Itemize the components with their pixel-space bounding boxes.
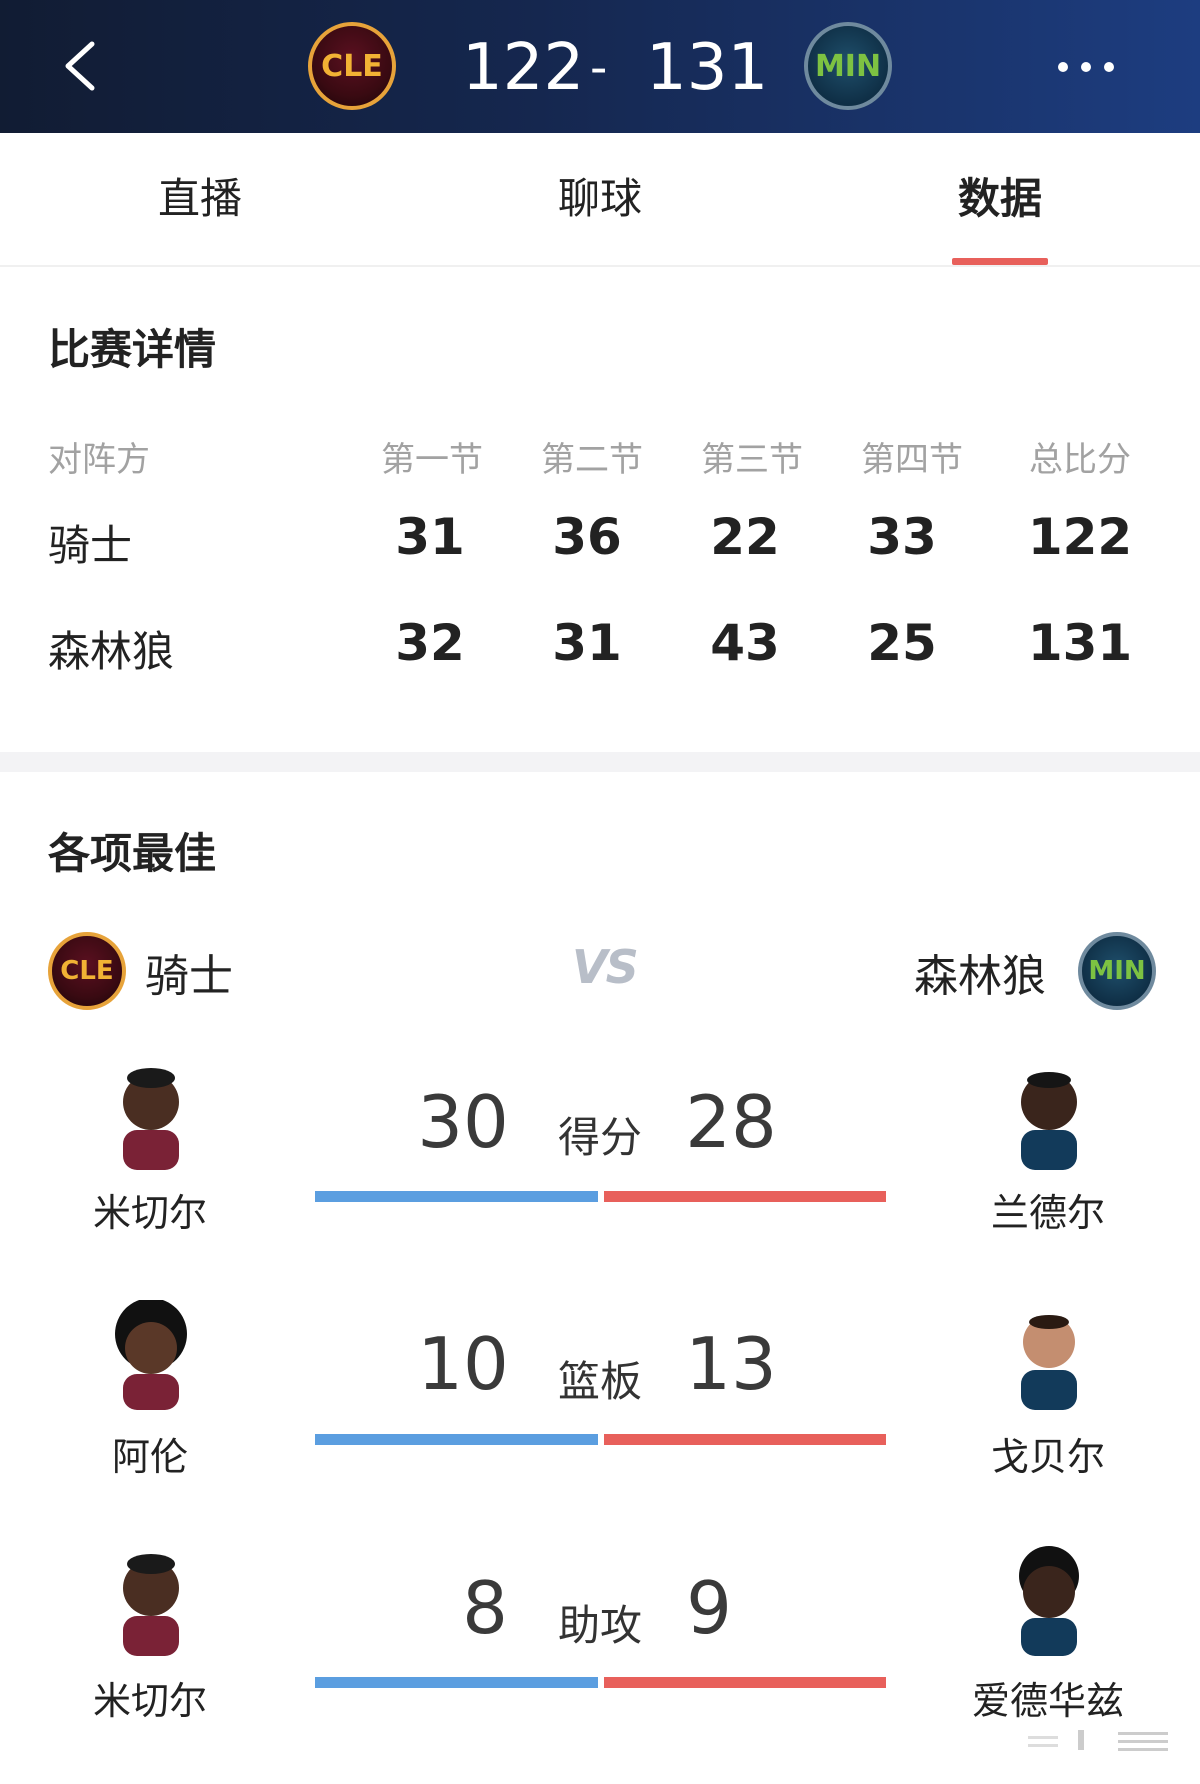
home-stat-value: 8 <box>462 1566 508 1650</box>
back-chevron-icon[interactable] <box>56 36 116 96</box>
timberwolves-logo-text: MIN <box>814 48 882 84</box>
away-stat-value: 13 <box>685 1322 777 1406</box>
home-stat-value: 10 <box>417 1322 509 1406</box>
player-name: 戈贝尔 <box>990 1435 1105 1479</box>
stat-label: 篮板 <box>557 1357 642 1406</box>
home-stat-bar <box>315 1434 598 1445</box>
score-cell: 32 <box>395 614 465 672</box>
player-avatar[interactable] <box>96 1060 206 1170</box>
score-cell: 31 <box>395 508 465 566</box>
player-name: 米切尔 <box>92 1191 207 1235</box>
player-avatar[interactable] <box>994 1060 1104 1170</box>
section-divider <box>0 752 1200 772</box>
active-tab-indicator <box>952 258 1048 265</box>
home-stat-bar <box>315 1191 598 1202</box>
watermark-icon <box>1018 1726 1178 1756</box>
cavaliers-logo-text: CLE <box>321 48 383 84</box>
away-stat-bar <box>604 1434 886 1445</box>
col-header-team: 对阵方 <box>48 440 150 480</box>
tab-live[interactable]: 直播 <box>70 133 330 265</box>
player-avatar[interactable] <box>96 1298 206 1410</box>
score-cell: 131 <box>1027 614 1133 672</box>
tab-chat[interactable]: 聊球 <box>470 133 730 265</box>
player-avatar[interactable] <box>994 1300 1104 1410</box>
player-name: 兰德尔 <box>990 1191 1105 1235</box>
home-stat-bar <box>315 1677 598 1688</box>
vs-label: VS <box>572 940 639 994</box>
cavaliers-logo-text: CLE <box>60 956 114 986</box>
col-header-q2: 第二节 <box>541 440 643 480</box>
game-header: CLE 122 - 131 MIN <box>0 0 1200 133</box>
away-team-name: 森林狼 <box>914 951 1046 1002</box>
cavaliers-logo: CLE <box>308 22 396 110</box>
timberwolves-logo: MIN <box>804 22 892 110</box>
home-team-name: 骑士 <box>145 951 233 1002</box>
away-stat-bar <box>604 1191 886 1202</box>
col-header-q4: 第四节 <box>861 440 963 480</box>
home-score: 122 <box>462 31 585 105</box>
col-header-q1: 第一节 <box>381 440 483 480</box>
col-header-total: 总比分 <box>1029 440 1131 480</box>
score-cell: 31 <box>552 614 622 672</box>
away-stat-value: 28 <box>685 1080 777 1164</box>
home-stat-value: 30 <box>417 1080 509 1164</box>
tab-bar: 直播 聊球 数据 <box>0 133 1200 267</box>
col-header-q3: 第三节 <box>701 440 803 480</box>
tab-data[interactable]: 数据 <box>870 133 1130 265</box>
player-name: 阿伦 <box>111 1435 188 1479</box>
away-stat-bar <box>604 1677 886 1688</box>
cavaliers-logo: CLE <box>48 932 126 1010</box>
score-cell: 33 <box>867 508 937 566</box>
row-team-name: 森林狼 <box>48 627 175 676</box>
score-cell: 25 <box>867 614 937 672</box>
timberwolves-logo-text: MIN <box>1088 956 1146 986</box>
player-avatar[interactable] <box>96 1546 206 1656</box>
player-avatar[interactable] <box>994 1546 1104 1656</box>
timberwolves-logo: MIN <box>1078 932 1156 1010</box>
row-team-name: 骑士 <box>48 521 133 570</box>
score-cell: 43 <box>710 614 780 672</box>
away-score: 131 <box>646 31 769 105</box>
score-cell: 22 <box>710 508 780 566</box>
score-cell: 36 <box>552 508 622 566</box>
score-cell: 122 <box>1027 508 1133 566</box>
player-name: 爱德华兹 <box>971 1679 1124 1723</box>
more-dots-icon[interactable] <box>1054 56 1118 76</box>
away-stat-value: 9 <box>686 1566 732 1650</box>
stat-label: 得分 <box>557 1113 642 1162</box>
leaders-title: 各项最佳 <box>48 829 217 878</box>
details-title: 比赛详情 <box>48 325 217 374</box>
score-separator: - <box>590 40 608 96</box>
player-name: 米切尔 <box>92 1679 207 1723</box>
